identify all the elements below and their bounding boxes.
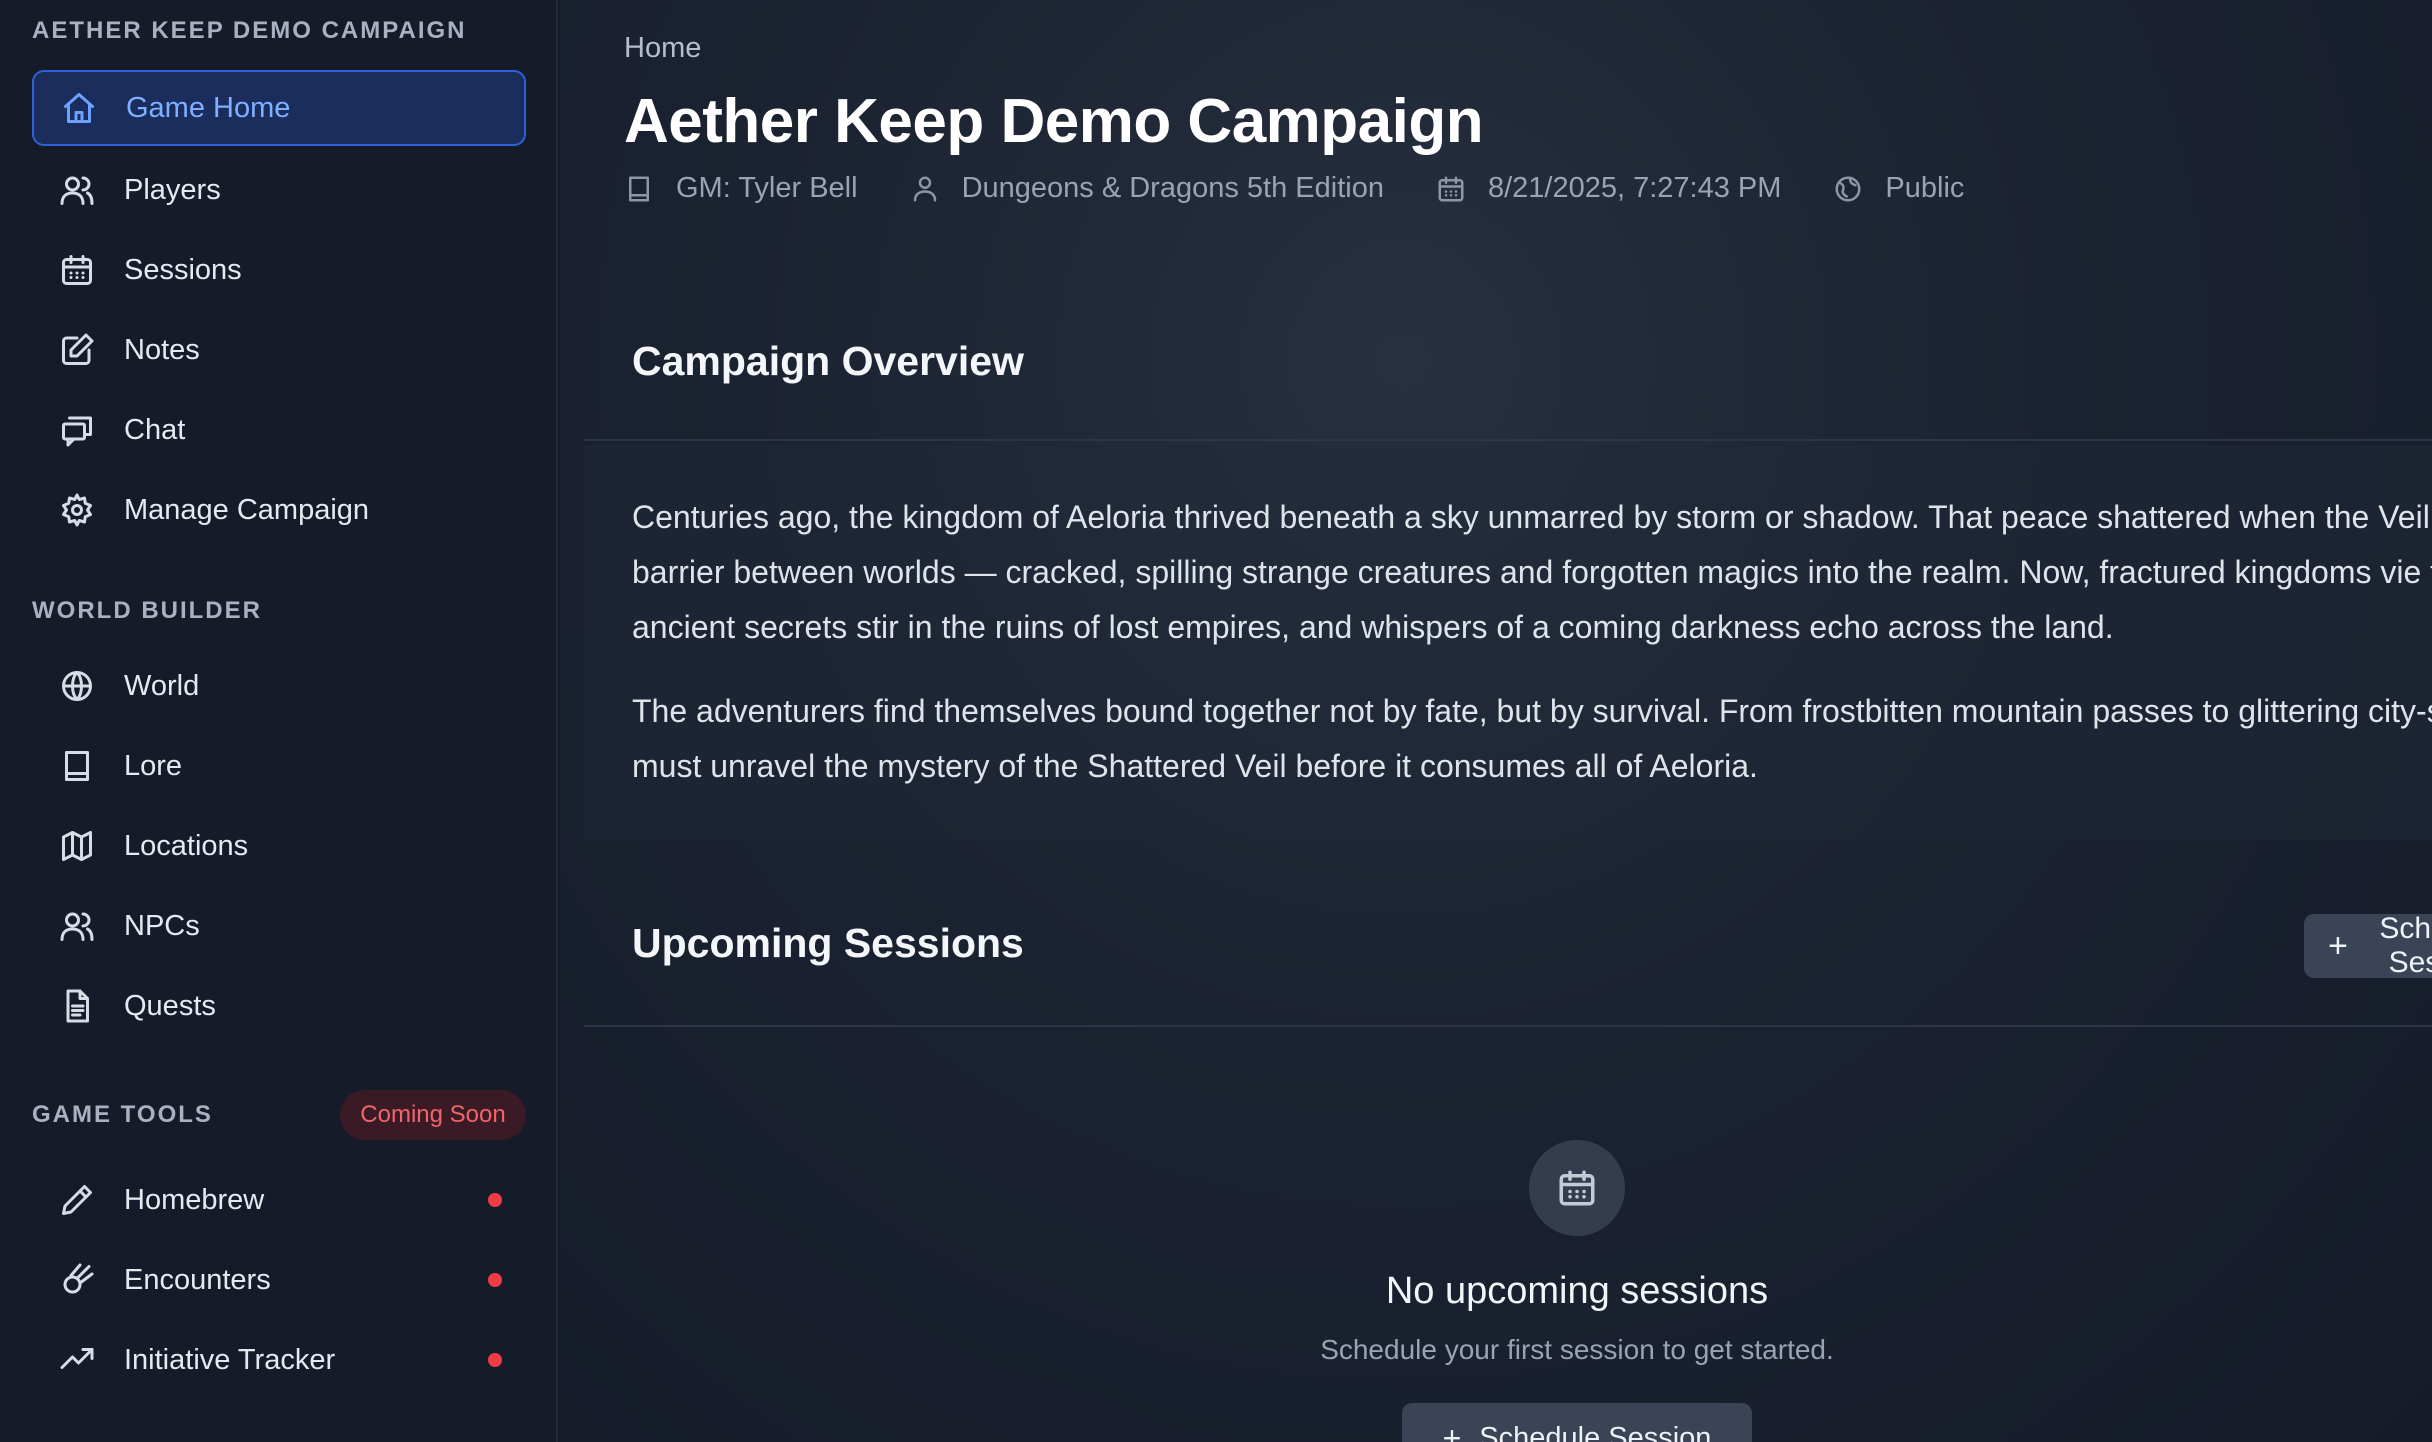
- meta-gm: GM: Tyler Bell: [624, 172, 858, 205]
- game-tools-heading: GAME TOOLS: [32, 1101, 213, 1128]
- calendar-icon: [1559, 1170, 1595, 1206]
- sidebar-item-players[interactable]: Players: [32, 152, 526, 228]
- main-content: Home Aether Keep Demo Campaign GM: Tyler…: [560, 0, 2432, 1442]
- sidebar-item-label: Notes: [124, 333, 200, 366]
- sidebar-item-label: Homebrew: [124, 1183, 265, 1216]
- sidebar-item-label: Sessions: [124, 253, 242, 286]
- users-icon: [58, 171, 96, 209]
- overview-paragraph: Centuries ago, the kingdom of Aeloria th…: [632, 499, 2432, 645]
- globe-icon: [58, 667, 96, 705]
- sidebar-item-label: Players: [124, 173, 221, 206]
- pencil-icon: [58, 1181, 96, 1219]
- sidebar-item-npcs[interactable]: NPCs: [32, 888, 526, 964]
- sidebar: AETHER KEEP DEMO CAMPAIGN Game Home Play…: [0, 0, 558, 1442]
- document-icon: [58, 987, 96, 1025]
- calendar-icon: [58, 251, 96, 289]
- status-dot: [488, 1193, 502, 1207]
- sidebar-item-encounters[interactable]: Encounters: [32, 1242, 526, 1318]
- campaign-meta: GM: Tyler Bell Dungeons & Dragons 5th Ed…: [624, 172, 2016, 205]
- empty-schedule-session-button[interactable]: + Schedule Session: [1402, 1403, 1752, 1442]
- divider: [584, 439, 2432, 441]
- sidebar-item-label: Manage Campaign: [124, 493, 370, 526]
- overview-paragraph: The adventurers find themselves bound to…: [632, 693, 2432, 784]
- chat-icon: [58, 411, 96, 449]
- sidebar-item-initiative-tracker[interactable]: Initiative Tracker: [32, 1322, 526, 1398]
- sidebar-item-label: Game Home: [126, 91, 291, 124]
- gear-icon: [58, 491, 96, 529]
- book-icon: [58, 747, 96, 785]
- plus-icon: +: [1442, 1419, 1462, 1442]
- home-icon: [60, 89, 98, 127]
- sidebar-item-locations[interactable]: Locations: [32, 808, 526, 884]
- empty-schedule-session-label: Schedule Session: [1479, 1421, 1712, 1442]
- sidebar-item-quests[interactable]: Quests: [32, 968, 526, 1044]
- status-dot: [488, 1273, 502, 1287]
- sidebar-item-label: Initiative Tracker: [124, 1343, 336, 1376]
- sidebar-item-notes[interactable]: Notes: [32, 312, 526, 388]
- plus-icon: +: [2328, 926, 2348, 965]
- schedule-session-label: Schedule Session: [2379, 912, 2432, 979]
- sidebar-item-label: Encounters: [124, 1263, 271, 1296]
- user-icon: [913, 176, 936, 201]
- users-icon: [58, 907, 96, 945]
- globe-icon: [1835, 176, 1861, 201]
- trending-up-icon: [58, 1341, 96, 1379]
- meta-gm-text: GM: Tyler Bell: [676, 172, 858, 204]
- world-builder-heading: WORLD BUILDER: [32, 597, 262, 624]
- sidebar-item-manage-campaign[interactable]: Manage Campaign: [32, 472, 526, 548]
- meta-system-text: Dungeons & Dragons 5th Edition: [961, 172, 1384, 204]
- sidebar-item-label: Locations: [124, 829, 249, 862]
- sidebar-item-label: Lore: [124, 749, 183, 782]
- meta-visibility-text: Public: [1885, 172, 1965, 204]
- sidebar-item-label: NPCs: [124, 909, 200, 942]
- sidebar-item-label: Chat: [124, 413, 186, 446]
- meta-system: Dungeons & Dragons 5th Edition: [910, 172, 1384, 205]
- sidebar-item-label: Quests: [124, 989, 216, 1022]
- campaign-overview-title: Campaign Overview: [632, 338, 1024, 384]
- empty-state-icon: [1529, 1140, 1625, 1236]
- upcoming-sessions-title: Upcoming Sessions: [632, 920, 1024, 966]
- sidebar-item-lore[interactable]: Lore: [32, 728, 526, 804]
- sidebar-item-chat[interactable]: Chat: [32, 392, 526, 468]
- meta-date: 8/21/2025, 7:27:43 PM: [1436, 172, 1781, 205]
- map-icon: [58, 827, 96, 865]
- page-title: Aether Keep Demo Campaign: [624, 87, 1484, 156]
- app-window: AETHER KEEP DEMO CAMPAIGN Game Home Play…: [0, 0, 2432, 1442]
- sidebar-item-sessions[interactable]: Sessions: [32, 232, 526, 308]
- empty-state-subtitle: Schedule your first session to get start…: [1320, 1334, 1834, 1365]
- calendar-icon: [1438, 176, 1464, 201]
- coming-soon-badge: Coming Soon: [340, 1090, 526, 1140]
- empty-state-title: No upcoming sessions: [1385, 1270, 1769, 1312]
- sidebar-item-world[interactable]: World: [32, 648, 526, 724]
- meta-visibility: Public: [1833, 172, 1964, 205]
- book-icon: [629, 176, 649, 201]
- status-dot: [488, 1353, 502, 1367]
- divider: [584, 1025, 2432, 1027]
- breadcrumb[interactable]: Home: [624, 32, 701, 65]
- sidebar-item-label: World: [124, 669, 200, 702]
- schedule-session-button[interactable]: + Schedule Session: [2304, 912, 2432, 979]
- meteor-icon: [58, 1261, 96, 1299]
- sidebar-item-game-home[interactable]: Game Home: [32, 70, 526, 146]
- edit-icon: [58, 331, 96, 369]
- campaign-heading: AETHER KEEP DEMO CAMPAIGN: [32, 17, 467, 44]
- meta-date-text: 8/21/2025, 7:27:43 PM: [1487, 172, 1782, 204]
- sidebar-item-homebrew[interactable]: Homebrew: [32, 1162, 526, 1238]
